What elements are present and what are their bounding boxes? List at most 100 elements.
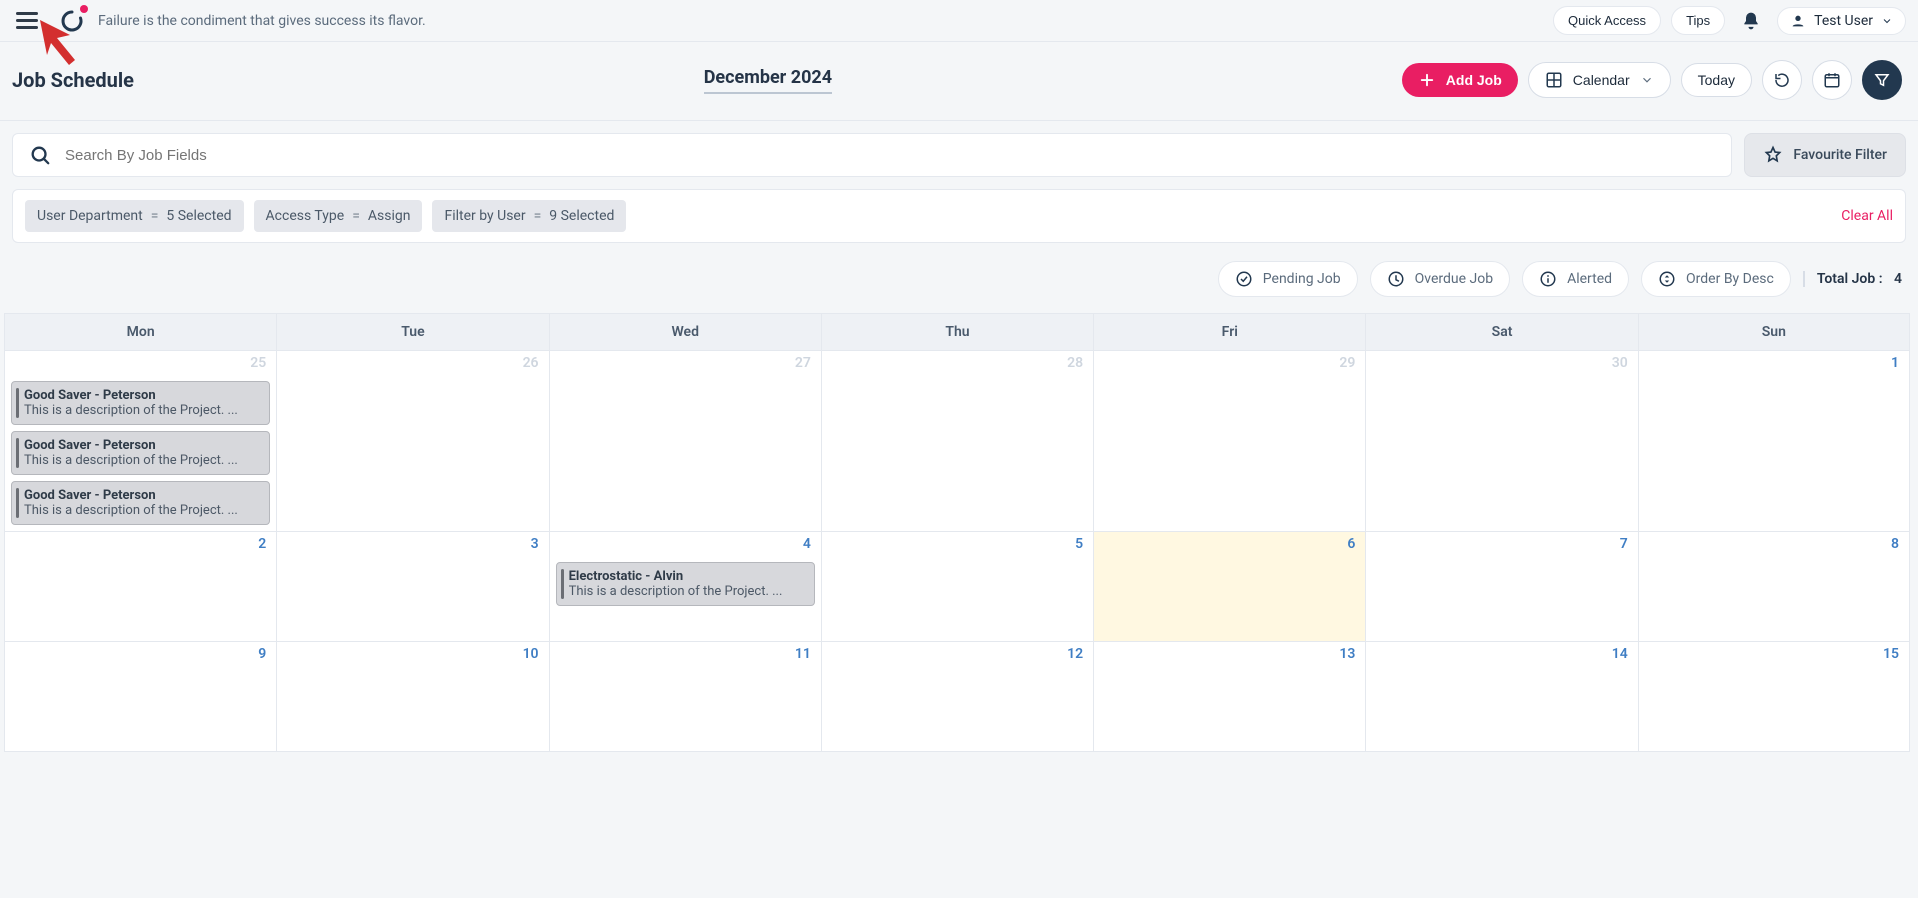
calendar-cell[interactable]: 4 Electrostatic - AlvinThis is a descript… <box>549 532 821 642</box>
job-card-title: Electrostatic - Alvin <box>569 569 806 584</box>
filter-chip-label: Filter by User <box>444 208 525 224</box>
calendar-cell[interactable]: 30 <box>1365 351 1637 532</box>
job-card-title: Good Saver - Peterson <box>24 438 261 453</box>
today-label: Today <box>1698 72 1735 88</box>
search-input[interactable] <box>63 146 1715 165</box>
calendar-date-number: 7 <box>1620 536 1628 552</box>
grid-icon <box>1545 71 1563 89</box>
filter-bar: User Department = 5 Selected Access Type … <box>12 189 1906 243</box>
refresh-button[interactable] <box>1762 60 1802 100</box>
calendar-cell[interactable]: 14 <box>1365 642 1637 752</box>
calendar-date-number: 9 <box>258 646 266 662</box>
filter-chip[interactable]: User Department = 5 Selected <box>25 200 244 232</box>
calendar-day-header: Fri <box>1093 314 1365 351</box>
calendar-cell[interactable]: 8 <box>1638 532 1910 642</box>
user-menu[interactable]: Test User <box>1777 7 1906 35</box>
filter-chip-label: Access Type <box>266 208 345 224</box>
filter-chip-label: User Department <box>37 208 143 224</box>
date-picker-button[interactable] <box>1812 60 1852 100</box>
search-row: Favourite Filter <box>0 121 1918 177</box>
add-job-button[interactable]: Add Job <box>1402 63 1518 97</box>
app-logo[interactable] <box>58 7 86 35</box>
info-icon <box>1539 270 1557 288</box>
calendar-cell[interactable]: 9 <box>4 642 276 752</box>
check-circle-icon <box>1235 270 1253 288</box>
current-period[interactable]: December 2024 <box>704 67 832 94</box>
job-card-desc: This is a description of the Project. ..… <box>24 403 261 418</box>
view-selector[interactable]: Calendar <box>1528 62 1671 98</box>
order-by-pill[interactable]: Order By Desc <box>1641 261 1791 297</box>
calendar-cell[interactable]: 7 <box>1365 532 1637 642</box>
job-card[interactable]: Good Saver - PetersonThis is a descripti… <box>11 431 270 475</box>
favourite-filter-button[interactable]: Favourite Filter <box>1744 133 1906 177</box>
calendar-cell[interactable]: 25Good Saver - PetersonThis is a descrip… <box>4 351 276 532</box>
calendar-row: 25Good Saver - PetersonThis is a descrip… <box>4 351 1910 532</box>
job-card[interactable]: Electrostatic - AlvinThis is a descripti… <box>556 562 815 606</box>
topbar-right: Quick Access Tips Test User <box>1553 5 1906 37</box>
calendar-date-number: 2 <box>258 536 266 552</box>
calendar-icon <box>1823 71 1841 89</box>
calendar-date-number: 13 <box>1339 646 1355 662</box>
calendar-date-number: 27 <box>795 355 811 371</box>
alerted-pill[interactable]: Alerted <box>1522 261 1629 297</box>
filter-chip[interactable]: Access Type = Assign <box>254 200 423 232</box>
calendar-cell[interactable]: 1 <box>1638 351 1910 532</box>
overdue-job-pill[interactable]: Overdue Job <box>1370 261 1510 297</box>
calendar-date-number: 26 <box>523 355 539 371</box>
job-card-desc: This is a description of the Project. ..… <box>569 584 806 599</box>
calendar-cell[interactable]: 15 <box>1638 642 1910 752</box>
calendar-date-number: 4 <box>803 536 811 552</box>
total-job-value: 4 <box>1894 271 1902 287</box>
add-job-label: Add Job <box>1446 72 1502 88</box>
calendar-cell[interactable]: 28 <box>821 351 1093 532</box>
calendar-date-number: 5 <box>1075 536 1083 552</box>
plus-icon <box>1418 71 1436 89</box>
calendar-cell[interactable]: 6 <box>1093 532 1365 642</box>
clock-icon <box>1387 270 1405 288</box>
calendar-cell[interactable]: 5 <box>821 532 1093 642</box>
pending-job-pill[interactable]: Pending Job <box>1218 261 1358 297</box>
calendar-cell[interactable]: 13 <box>1093 642 1365 752</box>
calendar-date-number: 14 <box>1612 646 1628 662</box>
calendar-cell[interactable]: 29 <box>1093 351 1365 532</box>
filter-chip[interactable]: Filter by User = 9 Selected <box>432 200 626 232</box>
tips-label: Tips <box>1686 13 1710 28</box>
filter-chip-op: = <box>151 208 159 224</box>
today-button[interactable]: Today <box>1681 63 1752 97</box>
star-outline-icon <box>1763 145 1783 165</box>
calendar-day-header: Sat <box>1365 314 1637 351</box>
calendar-cell[interactable]: 3 <box>276 532 548 642</box>
job-card[interactable]: Good Saver - PetersonThis is a descripti… <box>11 381 270 425</box>
calendar-date-number: 12 <box>1067 646 1083 662</box>
logo-dot-icon <box>80 5 88 13</box>
pending-job-label: Pending Job <box>1263 271 1341 287</box>
search-icon <box>29 144 51 166</box>
tips-button[interactable]: Tips <box>1671 6 1725 35</box>
quick-access-button[interactable]: Quick Access <box>1553 6 1661 35</box>
job-card-desc: This is a description of the Project. ..… <box>24 453 261 468</box>
calendar-body: 25Good Saver - PetersonThis is a descrip… <box>4 351 1910 752</box>
menu-button[interactable] <box>8 4 46 37</box>
calendar-cell[interactable]: 26 <box>276 351 548 532</box>
header-actions: Add Job Calendar Today <box>1402 60 1902 100</box>
calendar-row: 9 1011 12 13 14 15 <box>4 642 1910 752</box>
clear-all-button[interactable]: Clear All <box>1841 208 1893 224</box>
filter-button[interactable] <box>1862 60 1902 100</box>
overdue-job-label: Overdue Job <box>1415 271 1493 287</box>
calendar-cell[interactable]: 27 <box>549 351 821 532</box>
favourite-filter-label: Favourite Filter <box>1793 147 1887 163</box>
page-title: Job Schedule <box>12 68 134 92</box>
filter-chip-value: Assign <box>368 208 411 224</box>
header-quote: Failure is the condiment that gives succ… <box>98 13 426 29</box>
calendar-day-header: Tue <box>276 314 548 351</box>
search-box[interactable] <box>12 133 1732 177</box>
calendar-cell[interactable]: 12 <box>821 642 1093 752</box>
calendar-date-number: 25 <box>250 355 266 371</box>
calendar-cell[interactable]: 2 <box>4 532 276 642</box>
calendar-day-header: Mon <box>4 314 276 351</box>
job-card[interactable]: Good Saver - PetersonThis is a descripti… <box>11 481 270 525</box>
calendar-cell[interactable]: 10 <box>276 642 548 752</box>
calendar-cell[interactable]: 11 <box>549 642 821 752</box>
filter-chip-value: 5 Selected <box>166 208 231 224</box>
notifications-button[interactable] <box>1735 5 1767 37</box>
